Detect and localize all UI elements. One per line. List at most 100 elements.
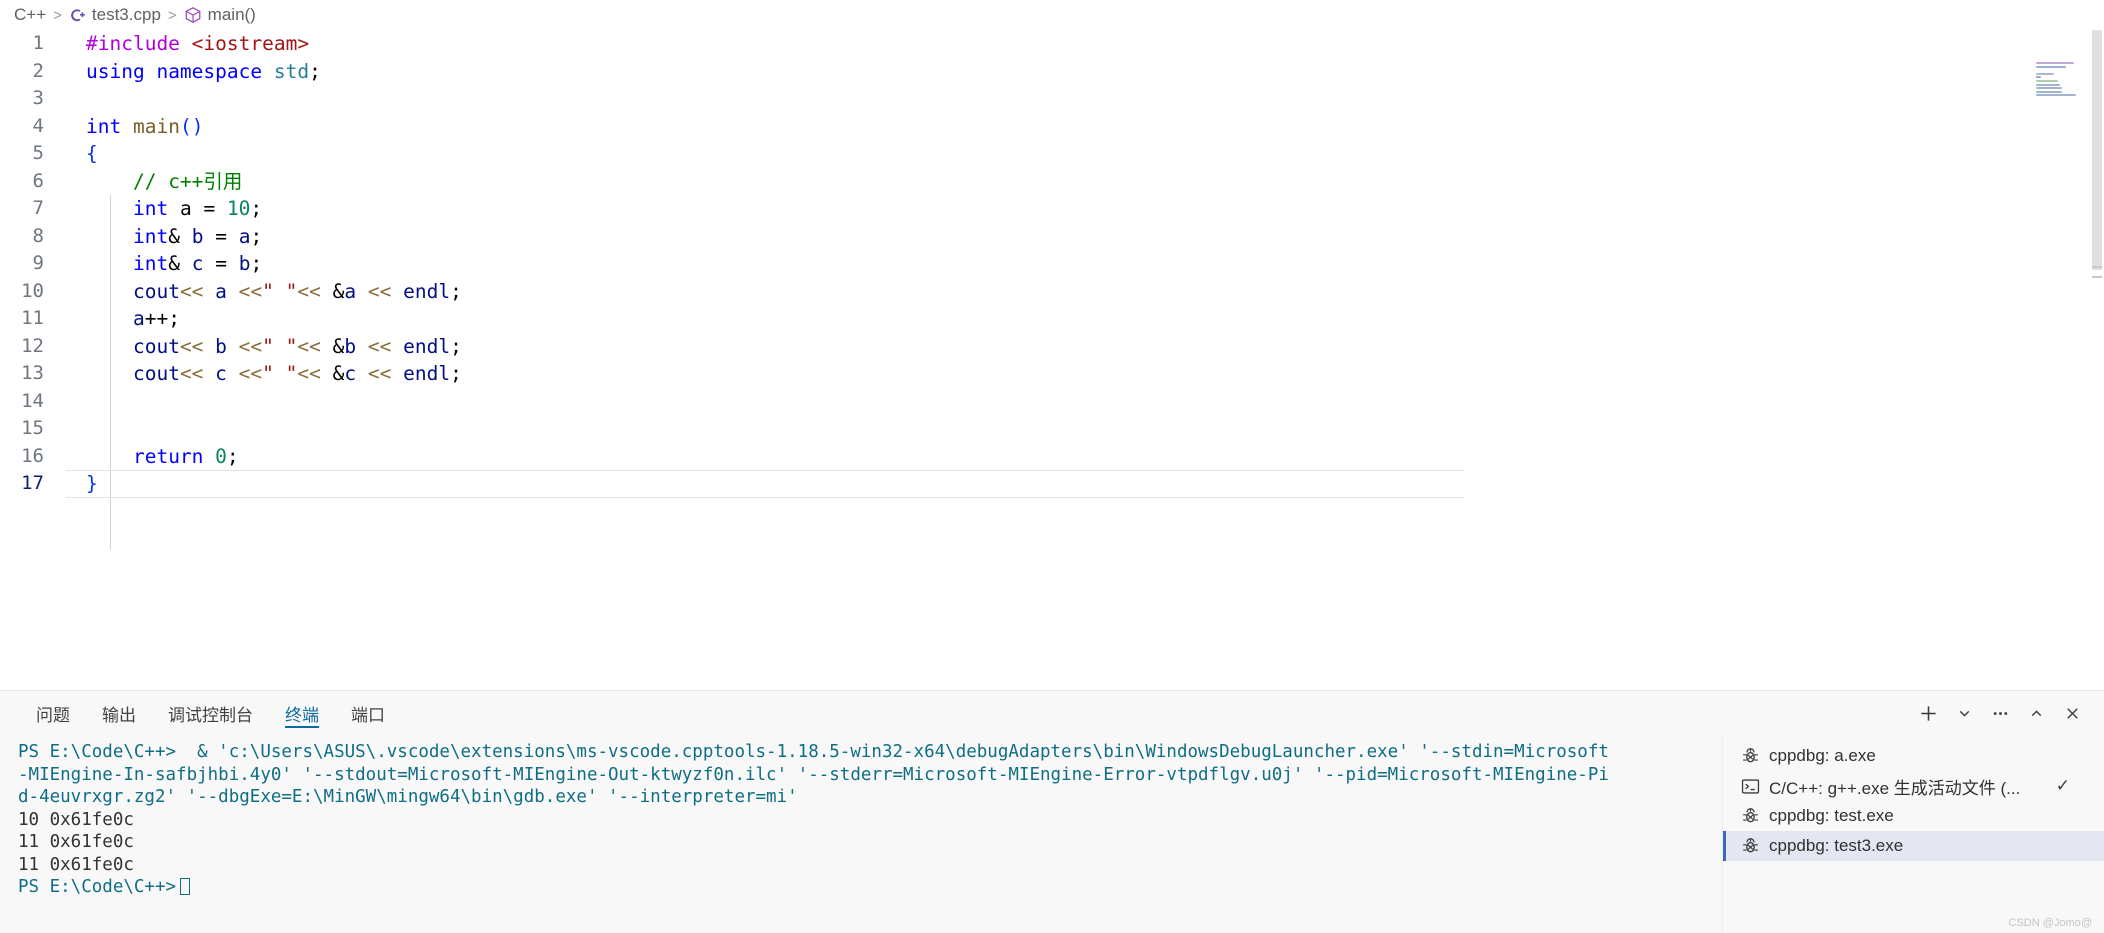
line-number: 4 <box>32 114 44 137</box>
debug-session-label: cppdbg: test.exe <box>1769 806 1894 825</box>
code-line-text: return 0; <box>66 443 239 471</box>
code-line[interactable]: 17} <box>0 470 2104 498</box>
code-token: << <box>179 279 204 303</box>
code-line-text: a++; <box>66 305 180 333</box>
code-token: & <box>332 334 345 358</box>
terminal-output[interactable]: PS E:\Code\C++> & 'c:\Users\ASUS\.vscode… <box>0 735 1722 933</box>
code-token: endl <box>403 362 451 385</box>
code-token: main <box>132 114 180 138</box>
code-line-text: { <box>66 140 98 168</box>
code-token: = <box>203 224 239 248</box>
code-token: { <box>86 142 98 165</box>
panel-tab-2[interactable]: 调试控制台 <box>152 691 269 735</box>
chevron-down-icon[interactable] <box>1946 695 1982 731</box>
code-line[interactable]: 14 <box>0 388 2104 416</box>
code-token: 0 <box>215 444 227 468</box>
line-number: 2 <box>32 59 44 82</box>
code-token: << <box>297 362 321 385</box>
code-line-text: cout<< c <<" "<< &c << endl; <box>66 360 462 388</box>
line-number: 14 <box>21 389 44 412</box>
breadcrumb-language-label: C++ <box>14 5 47 24</box>
code-token: << <box>238 279 263 303</box>
code-line-text: cout<< b <<" "<< &b << endl; <box>66 333 462 361</box>
code-token: ; <box>309 59 321 83</box>
code-line[interactable]: 1 #include <iostream> <box>0 30 2104 58</box>
code-lines-container[interactable]: 1 #include <iostream> 2 using namespace std… <box>0 30 2104 498</box>
code-token: endl <box>403 334 451 358</box>
close-icon[interactable] <box>2054 695 2090 731</box>
editor-vertical-scrollbar[interactable] <box>2090 30 2104 690</box>
code-line[interactable]: 3 <box>0 85 2104 113</box>
line-number: 9 <box>32 252 44 274</box>
code-line[interactable]: 6 // c++引用 <box>0 168 2104 196</box>
vscode-window: C++ > test3.cpp > main() 1 #include <ios… <box>0 0 2104 933</box>
code-token: ; <box>226 444 239 468</box>
code-line[interactable]: 4 int main() <box>0 113 2104 141</box>
breadcrumb: C++ > test3.cpp > main() <box>0 0 2104 30</box>
debug-bug-icon <box>1741 747 1760 766</box>
plus-icon[interactable] <box>1910 695 1946 731</box>
panel-tab-bar[interactable]: 问题 输出 调试控制台 终端 端口 <box>0 691 2104 735</box>
chevron-up-icon[interactable] <box>2018 695 2054 731</box>
code-token: << <box>179 362 204 385</box>
line-number: 12 <box>21 334 44 357</box>
code-token: << <box>367 279 392 303</box>
terminal-line: -MIEngine-In-safbjhbi.4y0' '--stdout=Mic… <box>18 764 1609 785</box>
panel-action-bar[interactable] <box>1910 691 2090 735</box>
code-line-text: int a = 10; <box>66 195 262 223</box>
editor-scrollbar-thumb[interactable] <box>2092 30 2102 270</box>
breadcrumb-item-language[interactable]: C++ <box>14 5 46 25</box>
code-token: // c++引用 <box>132 169 243 193</box>
line-number: 6 <box>32 169 44 192</box>
code-token: a <box>132 307 145 330</box>
code-token: cout <box>132 334 180 358</box>
debug-session-item-1[interactable]: C/C++: g++.exe 生成活动文件 (... ✓ <box>1723 771 2104 801</box>
code-line[interactable]: 5{ <box>0 140 2104 168</box>
code-line[interactable]: 12 cout<< b <<" "<< &b << endl; <box>0 333 2104 361</box>
panel-tab-4[interactable]: 端口 <box>335 691 401 735</box>
line-number: 16 <box>21 444 44 467</box>
terminal-session-list[interactable]: cppdbg: a.exe C/C++: g++.exe 生成活动文件 (... ✓… <box>1722 735 2104 933</box>
ellipsis-icon[interactable] <box>1982 695 2018 731</box>
line-number: 1 <box>32 32 44 54</box>
code-token: " " <box>262 279 298 303</box>
breadcrumb-item-file[interactable]: test3.cpp <box>69 5 161 25</box>
code-line[interactable]: 10 cout<< a <<" "<< &a << endl; <box>0 278 2104 306</box>
line-number: 17 <box>21 472 44 494</box>
code-token: ; <box>250 197 263 220</box>
code-token: b <box>238 252 251 275</box>
code-line[interactable]: 7 int a = 10; <box>0 195 2104 223</box>
code-line[interactable]: 13 cout<< c <<" "<< &c << endl; <box>0 360 2104 388</box>
debug-session-item-0[interactable]: cppdbg: a.exe <box>1723 741 2104 771</box>
scrollbar-marker <box>2092 266 2102 268</box>
code-token: ; <box>450 362 462 385</box>
code-line[interactable]: 11 a++; <box>0 305 2104 333</box>
symbol-method-icon <box>184 6 202 24</box>
panel-tab-3[interactable]: 终端 <box>269 691 335 735</box>
code-line[interactable]: 16 return 0; <box>0 443 2104 471</box>
code-line[interactable]: 9 int& c = b; <box>0 250 2104 278</box>
code-line[interactable]: 8 int& b = a; <box>0 223 2104 251</box>
line-number: 15 <box>21 417 44 439</box>
breadcrumb-item-symbol[interactable]: main() <box>184 5 256 25</box>
terminal-line: PS E:\Code\C++> <box>18 876 1722 899</box>
debug-session-label: C/C++: g++.exe 生成活动文件 (... <box>1769 778 2021 798</box>
code-token: ; <box>450 279 462 303</box>
code-editor[interactable]: 1 #include <iostream> 2 using namespace std… <box>0 30 2104 690</box>
debug-session-item-2[interactable]: cppdbg: test.exe <box>1723 801 2104 831</box>
editor-minimap[interactable] <box>2036 62 2082 97</box>
code-token: 10 <box>226 197 251 220</box>
code-line[interactable]: 2 using namespace std; <box>0 58 2104 86</box>
panel-tab-1[interactable]: 输出 <box>86 691 152 735</box>
code-line[interactable]: 15 <box>0 415 2104 443</box>
debug-session-item-3[interactable]: cppdbg: test3.exe <box>1723 831 2104 861</box>
panel-tab-0[interactable]: 问题 <box>20 691 86 735</box>
